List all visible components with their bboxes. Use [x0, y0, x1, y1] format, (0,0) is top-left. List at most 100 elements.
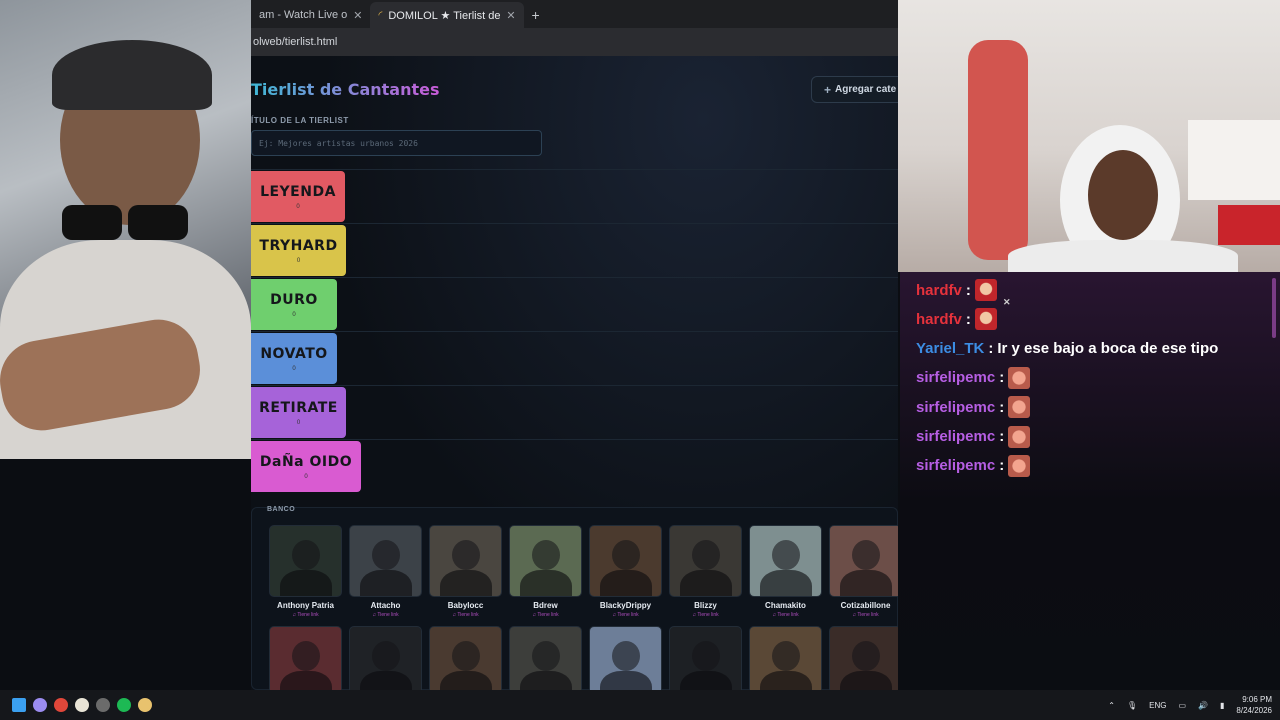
- artist-card[interactable]: Chamakito ♫ Tiene link: [749, 525, 822, 618]
- close-icon[interactable]: ✕: [353, 9, 362, 22]
- artist-photo[interactable]: [349, 525, 422, 597]
- tier-count: 0: [296, 419, 301, 426]
- chat-username[interactable]: sirfelipemc: [916, 399, 995, 416]
- tier-row[interactable]: DaÑa OIDO 0: [251, 439, 898, 493]
- artist-photo[interactable]: [589, 525, 662, 597]
- artist-photo[interactable]: [829, 525, 898, 597]
- tier-label[interactable]: RETIRATE 0: [251, 387, 346, 438]
- tier-label[interactable]: DaÑa OIDO 0: [251, 441, 361, 492]
- plus-icon: +: [824, 82, 832, 97]
- artist-photo[interactable]: [429, 626, 502, 690]
- artist-photo[interactable]: [349, 626, 422, 690]
- add-category-button[interactable]: + Agregar cate: [811, 76, 898, 103]
- chat-overlay: ✕ hardfv: hardfv: Yariel_TK: Ir y ese bajo …: [900, 272, 1280, 690]
- tier-row[interactable]: LEYENDA 0: [251, 169, 898, 223]
- artist-card[interactable]: [349, 626, 422, 690]
- chrome-icon[interactable]: [54, 698, 68, 712]
- chat-username[interactable]: Yariel_TK: [916, 340, 984, 357]
- settings-icon[interactable]: [96, 698, 110, 712]
- artist-photo[interactable]: [669, 626, 742, 690]
- tab-watch-live[interactable]: am - Watch Live o ✕: [251, 2, 370, 28]
- clock[interactable]: 9:06 PM 8/24/2026: [1236, 694, 1272, 716]
- app-icon[interactable]: [138, 698, 152, 712]
- hanging-clothes: [968, 40, 1028, 260]
- artist-name: Chamakito: [765, 601, 806, 610]
- artist-link-tag: ♫ Tiene link: [692, 612, 719, 618]
- artist-card[interactable]: Blizzy ♫ Tiene link: [669, 525, 742, 618]
- volume-icon[interactable]: 🔊: [1198, 701, 1208, 710]
- artist-card[interactable]: Anthony Patria ♫ Tiene link: [269, 525, 342, 618]
- artist-photo[interactable]: [749, 626, 822, 690]
- tier-row[interactable]: TRYHARD 0: [251, 223, 898, 277]
- address-bar[interactable]: olweb/tierlist.html: [251, 28, 898, 56]
- tier-count: 0: [292, 365, 296, 372]
- artist-card[interactable]: [429, 626, 502, 690]
- artist-card[interactable]: BlackyDrippy ♫ Tiene link: [589, 525, 662, 618]
- tab-tierlist[interactable]: ◜ DOMILOL ★ Tierlist de Cantante ✕: [370, 2, 524, 28]
- artist-card[interactable]: Bdrew ♫ Tiene link: [509, 525, 582, 618]
- artist-card[interactable]: Cotizabillone ♫ Tiene link: [829, 525, 898, 618]
- new-tab-button[interactable]: +: [524, 7, 548, 28]
- artist-card[interactable]: [589, 626, 662, 690]
- tier-label[interactable]: LEYENDA 0: [251, 171, 345, 222]
- tier-row[interactable]: RETIRATE 0: [251, 385, 898, 439]
- artist-card[interactable]: [829, 626, 898, 690]
- artist-card[interactable]: Attacho ♫ Tiene link: [349, 525, 422, 618]
- tier-list: LEYENDA 0 TRYHARD 0 DURO 0 NOVATO 0 RETIRATE 0 DaÑ…: [251, 169, 898, 493]
- artist-photo[interactable]: [509, 525, 582, 597]
- person-face: [1088, 150, 1158, 240]
- tier-name: DURO: [270, 291, 318, 308]
- tier-label[interactable]: DURO 0: [251, 279, 337, 330]
- emote-icon: [974, 308, 997, 331]
- artist-photo[interactable]: [669, 525, 742, 597]
- artist-link-tag: ♫ Tiene link: [452, 612, 479, 618]
- emote-icon: [1008, 366, 1031, 389]
- artist-card[interactable]: [669, 626, 742, 690]
- hoodie: [1008, 240, 1238, 272]
- taskbar: ⌃ 🎙 ENG ▭ 🔊 ▮ 9:06 PM 8/24/2026: [0, 690, 1280, 720]
- close-icon[interactable]: ✕: [1003, 297, 1011, 308]
- artist-photo[interactable]: [589, 626, 662, 690]
- chat-username[interactable]: hardfv: [916, 311, 962, 328]
- tier-label[interactable]: TRYHARD 0: [251, 225, 346, 276]
- artist-link-tag: ♫ Tiene link: [292, 612, 319, 618]
- display-icon[interactable]: ▭: [1178, 701, 1186, 710]
- artist-link-tag: ♫ Tiene link: [612, 612, 639, 618]
- artist-name: Attacho: [370, 601, 401, 610]
- artist-card[interactable]: [269, 626, 342, 690]
- artist-photo[interactable]: [429, 525, 502, 597]
- artist-card[interactable]: [749, 626, 822, 690]
- artist-photo[interactable]: [749, 525, 822, 597]
- url-text: olweb/tierlist.html: [253, 36, 338, 48]
- artist-photo[interactable]: [269, 626, 342, 690]
- chat-username[interactable]: sirfelipemc: [916, 457, 995, 474]
- artist-card[interactable]: Babylocc ♫ Tiene link: [429, 525, 502, 618]
- app-icon[interactable]: [33, 698, 47, 712]
- tab-label: DOMILOL ★ Tierlist de Cantante: [388, 9, 501, 22]
- spotify-icon[interactable]: [117, 698, 131, 712]
- artist-photo[interactable]: [509, 626, 582, 690]
- artist-card[interactable]: [509, 626, 582, 690]
- battery-icon[interactable]: ▮: [1220, 701, 1224, 710]
- chat-username[interactable]: sirfelipemc: [916, 428, 995, 445]
- start-icon[interactable]: [12, 698, 26, 712]
- close-icon[interactable]: ✕: [506, 9, 515, 22]
- tab-bar: am - Watch Live o ✕ ◜ DOMILOL ★ Tierlist…: [251, 0, 898, 28]
- browser-window: am - Watch Live o ✕ ◜ DOMILOL ★ Tierlist…: [251, 0, 898, 690]
- chat-username[interactable]: sirfelipemc: [916, 369, 995, 386]
- browser-icon[interactable]: [75, 698, 89, 712]
- language-indicator[interactable]: ENG: [1149, 701, 1166, 710]
- tier-row[interactable]: DURO 0: [251, 277, 898, 331]
- chat-username[interactable]: hardfv: [916, 282, 962, 299]
- chat-message: hardfv:: [916, 278, 997, 302]
- chat-scrollbar[interactable]: [1272, 278, 1276, 338]
- chevron-up-icon[interactable]: ⌃: [1108, 701, 1115, 710]
- chat-message: sirfelipemc:: [916, 395, 1031, 419]
- tier-label[interactable]: NOVATO 0: [251, 333, 337, 384]
- microphone-icon[interactable]: 🎙: [1127, 701, 1137, 710]
- tier-row[interactable]: NOVATO 0: [251, 331, 898, 385]
- artist-photo[interactable]: [269, 525, 342, 597]
- artist-photo[interactable]: [829, 626, 898, 690]
- title-input[interactable]: [251, 130, 542, 156]
- chat-separator: :: [999, 369, 1005, 387]
